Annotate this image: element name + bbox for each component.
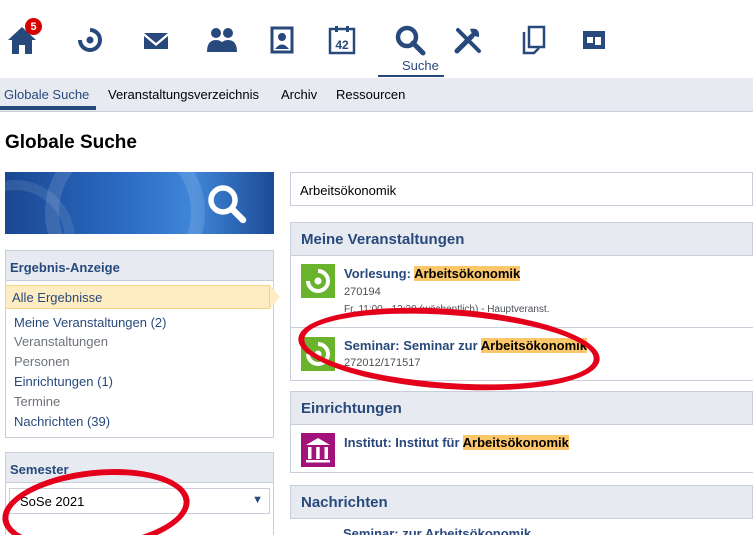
result-title[interactable]: Institut: Institut für Arbeitsökonomik [344, 435, 569, 450]
tools-icon[interactable] [448, 20, 488, 60]
search-banner [5, 172, 274, 234]
result-filter-heading: Ergebnis-Anzeige [6, 251, 273, 281]
notification-badge: 5 [25, 18, 42, 35]
filter-veranstaltungen: Veranstaltungen [14, 334, 108, 349]
chevron-down-icon: ▼ [252, 494, 263, 506]
course-icon [301, 264, 335, 298]
community-icon[interactable] [202, 20, 242, 60]
tab-veranstaltungsverzeichnis[interactable]: Veranstaltungsverzeichnis [108, 87, 259, 102]
active-filter-arrow [270, 285, 280, 309]
tab-globale-suche[interactable]: Globale Suche [4, 87, 89, 102]
files-icon[interactable] [514, 20, 554, 60]
tab-archiv[interactable]: Archiv [281, 87, 317, 102]
result-title-prefix: Vorlesung: [344, 266, 415, 281]
activity-icon[interactable] [70, 20, 110, 60]
banner-magnifier-icon [208, 185, 247, 224]
calendar-icon[interactable]: 42 [322, 20, 362, 60]
message-result-partial[interactable]: Seminar: zur Arbeitsökonomik [343, 526, 531, 535]
institute-icon [301, 433, 335, 467]
sub-navigation: Globale Suche Veranstaltungsverzeichnis … [0, 78, 753, 112]
filter-nachrichten[interactable]: Nachrichten (39) [14, 414, 110, 429]
filter-meine-veranstaltungen[interactable]: Meine Veranstaltungen (2) [14, 315, 166, 330]
active-nav-indicator [378, 75, 444, 77]
filter-termine: Termine [14, 394, 61, 409]
mail-icon[interactable] [136, 20, 176, 60]
course-number: 270194 [344, 286, 381, 298]
section-einrichtungen[interactable]: Einrichtungen [290, 391, 753, 425]
calendar-day-label: 42 [335, 38, 349, 52]
search-input[interactable]: Arbeitsökonomik [290, 172, 753, 206]
search-icon[interactable] [390, 20, 430, 60]
active-nav-label: Suche [402, 58, 439, 73]
result-title[interactable]: Vorlesung: Arbeitsökonomik [344, 266, 521, 281]
section-meine-veranstaltungen[interactable]: Meine Veranstaltungen [290, 222, 753, 256]
filter-alle-ergebnisse[interactable]: Alle Ergebnisse [5, 285, 270, 309]
admin-icon[interactable] [574, 20, 614, 60]
profile-icon[interactable] [262, 20, 302, 60]
filter-einrichtungen[interactable]: Einrichtungen (1) [14, 374, 113, 389]
result-title-prefix: Institut: Institut für [344, 435, 463, 450]
search-highlight: Arbeitsökonomik [414, 266, 521, 281]
active-tab-indicator [0, 106, 96, 110]
tab-ressourcen[interactable]: Ressourcen [336, 87, 405, 102]
section-nachrichten[interactable]: Nachrichten [290, 485, 753, 519]
result-institut[interactable]: Institut: Institut für Arbeitsökonomik [290, 425, 753, 473]
search-highlight: Arbeitsökonomik [462, 435, 569, 450]
page-title: Globale Suche [5, 132, 137, 153]
home-icon[interactable]: 5 [2, 18, 42, 60]
filter-personen: Personen [14, 354, 70, 369]
top-navigation-bar: 5 42 Suche [0, 0, 753, 77]
